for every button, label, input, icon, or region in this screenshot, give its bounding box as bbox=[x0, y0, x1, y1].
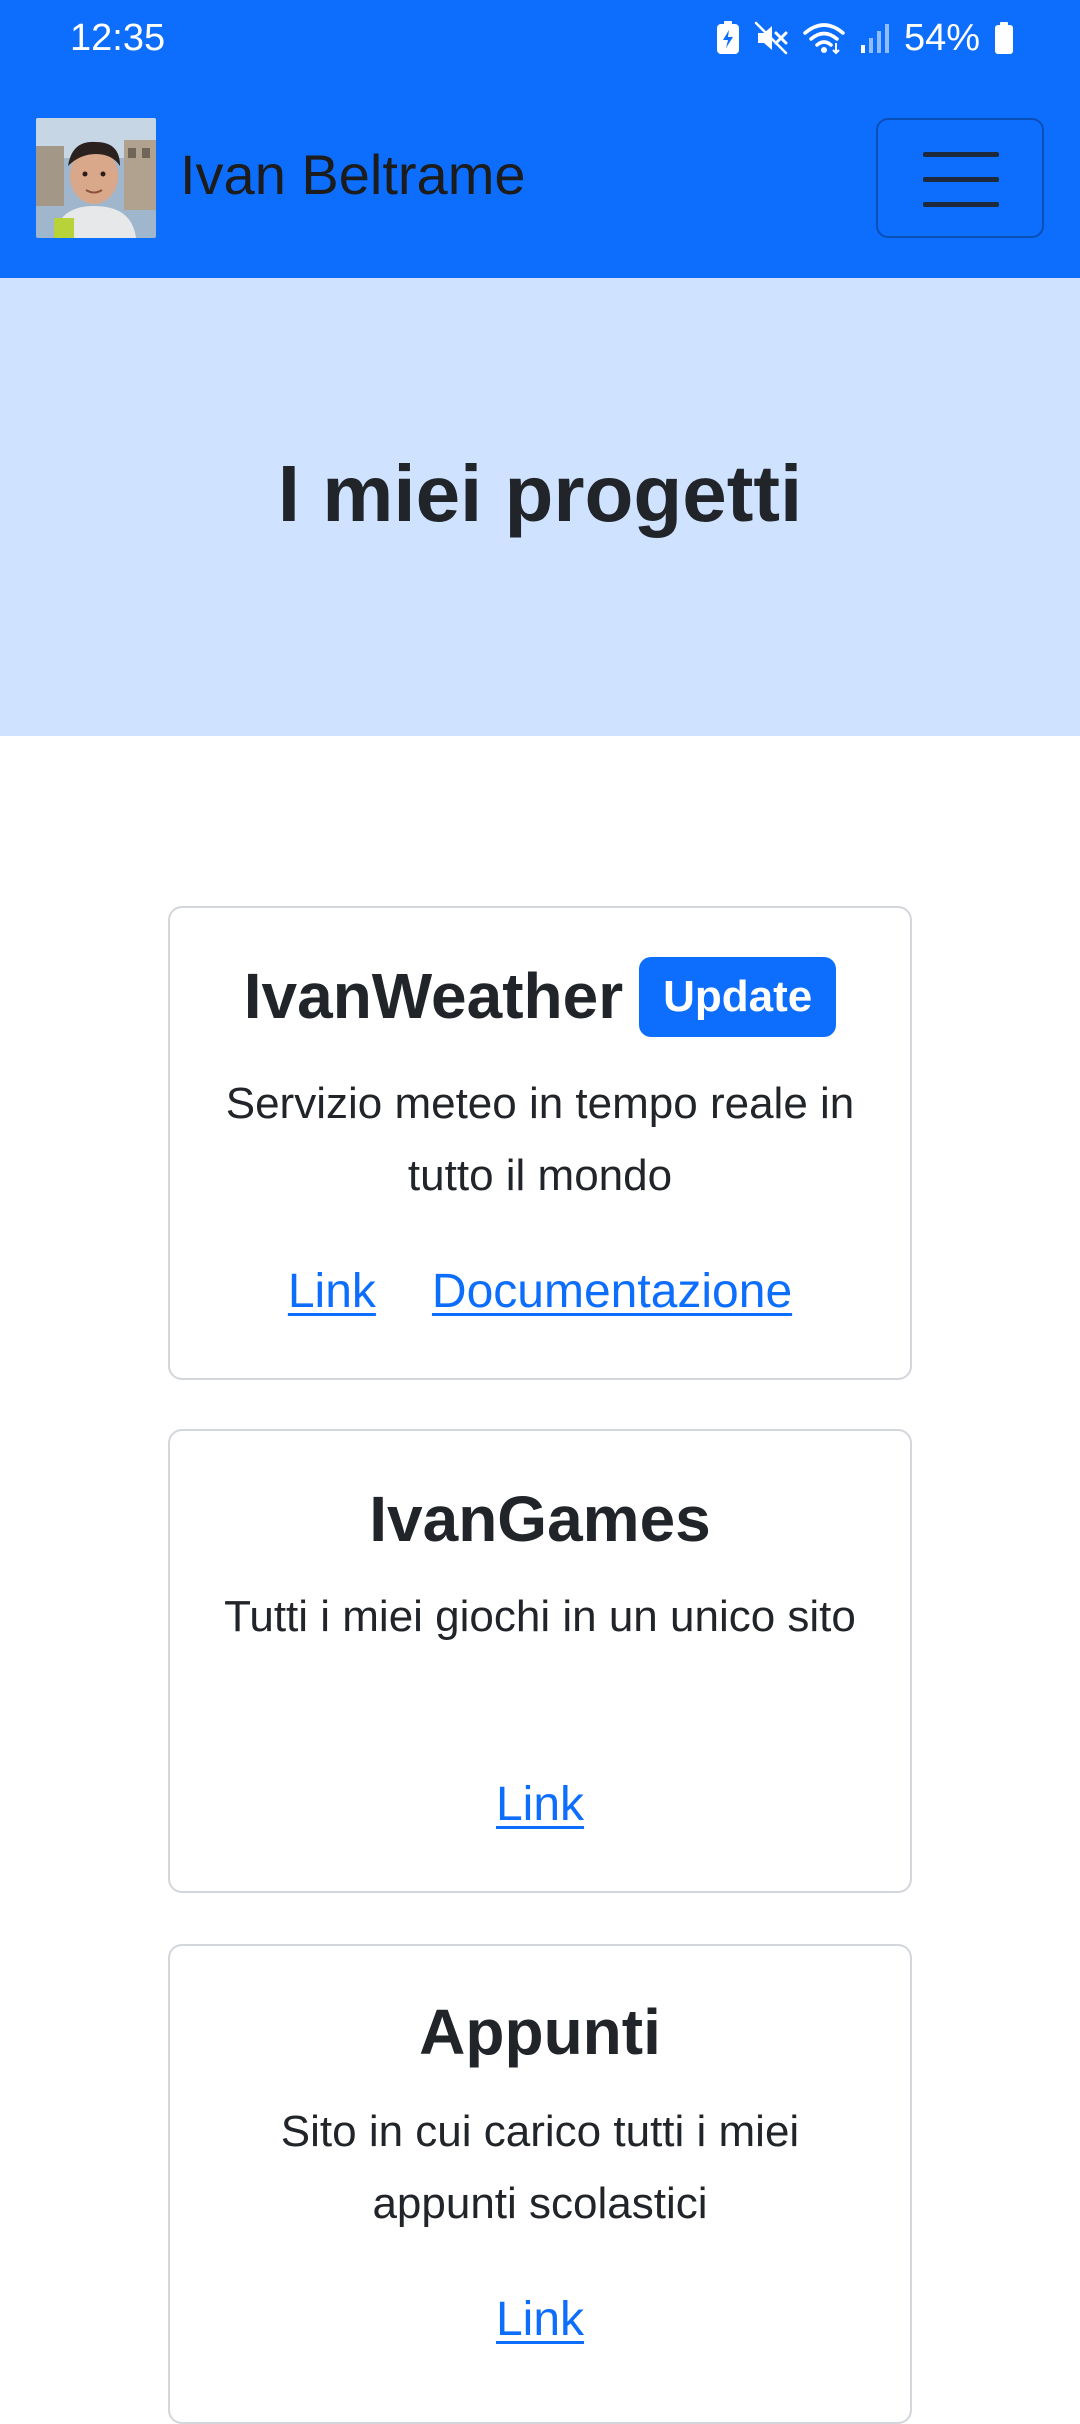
battery-icon bbox=[994, 21, 1014, 55]
status-bar: 12:35 54% bbox=[0, 0, 1080, 80]
project-links: Link Documentazione bbox=[170, 1262, 910, 1322]
project-link[interactable]: Link bbox=[288, 1265, 376, 1318]
brand-name[interactable]: Ivan Beltrame bbox=[180, 142, 526, 208]
status-icons: 54% bbox=[716, 14, 1014, 62]
mute-icon bbox=[754, 21, 788, 55]
project-link[interactable]: Link bbox=[496, 2293, 584, 2346]
project-card-ivanweather: IvanWeather Update Servizio meteo in temp… bbox=[168, 906, 912, 1380]
page-title: I miei progetti bbox=[277, 449, 803, 538]
project-card-appunti: Appunti Sito in cui carico tutti i miei … bbox=[168, 1944, 912, 2424]
status-time: 12:35 bbox=[70, 17, 166, 59]
project-links: Link bbox=[170, 2290, 910, 2350]
documentation-link[interactable]: Documentazione bbox=[432, 1265, 792, 1318]
project-description: Servizio meteo in tempo reale in tutto i… bbox=[225, 1079, 855, 1200]
signal-icon bbox=[860, 21, 890, 55]
navbar: Ivan Beltrame bbox=[0, 80, 1080, 278]
project-link[interactable]: Link bbox=[496, 1778, 584, 1831]
battery-percentage: 54% bbox=[903, 17, 980, 59]
update-badge: Update bbox=[639, 957, 837, 1038]
project-title: IvanWeather bbox=[243, 960, 624, 1032]
hamburger-menu-button[interactable] bbox=[876, 118, 1044, 238]
project-description: Sito in cui carico tutti i miei appunti … bbox=[280, 2107, 800, 2228]
hero-section: I miei progetti bbox=[0, 278, 1080, 736]
battery-saver-icon bbox=[716, 21, 740, 55]
project-description: Tutti i miei giochi in un unico sito bbox=[224, 1592, 856, 1641]
project-links: Link bbox=[170, 1775, 910, 1835]
avatar[interactable] bbox=[36, 118, 156, 238]
wifi-icon bbox=[802, 21, 846, 55]
project-title-row: IvanWeather Update bbox=[170, 957, 910, 1041]
project-title: Appunti bbox=[419, 1996, 661, 2068]
project-title: IvanGames bbox=[369, 1483, 711, 1555]
project-card-ivangames: IvanGames Tutti i miei giochi in un unic… bbox=[168, 1429, 912, 1893]
